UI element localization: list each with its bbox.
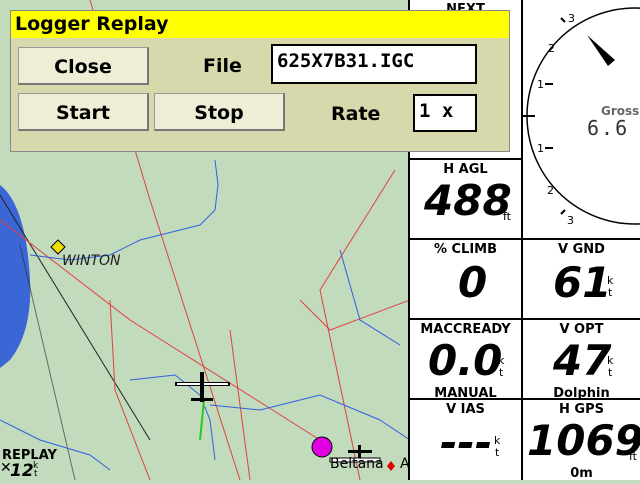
glider-icon — [175, 372, 230, 402]
infobox-v-ias[interactable]: V IAS --- k t — [410, 400, 523, 480]
infobox-unit-bottom: t — [608, 286, 613, 299]
rate-field[interactable]: 1 x — [413, 94, 477, 132]
infobox-h-gps[interactable]: H GPS 1069 ft 0m — [523, 400, 640, 481]
vario-needle — [587, 35, 615, 66]
infobox-unit-top: k — [498, 354, 505, 367]
infobox-value: --- — [440, 418, 493, 467]
lake-area — [0, 185, 31, 368]
infobox-caption: V OPT — [559, 322, 604, 337]
infobox-unit-top: k — [607, 354, 614, 367]
stop-button[interactable]: Stop — [154, 93, 285, 131]
infobox-unit-bottom: t — [495, 446, 500, 459]
infobox-v-opt[interactable]: V OPT 47 k t Dolphin — [523, 320, 640, 401]
vario-tick-label: 2 — [547, 184, 554, 197]
infobox-maccready[interactable]: MACCREADY 0.0 k t MANUAL — [410, 320, 523, 401]
railway-line-2 — [19, 244, 76, 481]
infobox-caption: H GPS — [559, 402, 604, 417]
infobox-h-agl[interactable]: H AGL 488 ft — [410, 160, 523, 240]
vario-tick-label: 3 — [568, 12, 575, 25]
infobox-v-gnd[interactable]: V GND 61 k t — [523, 240, 640, 320]
rate-label: Rate — [331, 103, 381, 125]
logger-replay-dialog: Logger Replay Close File 625X7B31.IGC St… — [10, 10, 510, 152]
infobox-unit: ft — [629, 450, 637, 463]
vario-tick-label: 1 — [537, 142, 544, 155]
airfield-icon — [387, 461, 395, 471]
infobox-value: 0 — [458, 258, 488, 307]
vario-tick-label: 3 — [567, 214, 574, 227]
river — [339, 249, 401, 346]
close-button[interactable]: Close — [18, 47, 149, 85]
infobox-unit-top: k — [494, 434, 501, 447]
target-waypoint-icon — [311, 436, 333, 458]
gross-value: 6.6 — [587, 116, 630, 140]
infobox-caption: V GND — [558, 242, 605, 257]
infobox-climb[interactable]: % CLIMB 0 — [410, 240, 523, 320]
infobox-caption: H AGL — [443, 162, 488, 177]
waypoint-label-beltana: Beltana — [330, 456, 384, 472]
infobox-unit-top: k — [607, 274, 614, 287]
infobox-caption: V IAS — [446, 402, 485, 417]
infobox-value: 488 — [424, 176, 512, 225]
vario-tick-label: 1 — [537, 78, 544, 91]
infobox-unit-bottom: t — [608, 366, 613, 379]
infobox-unit: ft — [503, 210, 511, 223]
dialog-title: Logger Replay — [11, 11, 509, 38]
infobox-value: 0.0 — [428, 336, 503, 385]
waypoint-label-winton: WINTON — [62, 253, 121, 269]
infobox-caption: % CLIMB — [433, 242, 498, 257]
track-line — [199, 399, 205, 441]
file-label: File — [203, 55, 242, 77]
infobox-sub-label: Dolphin — [553, 386, 610, 401]
infobox-value: 47 — [553, 336, 612, 385]
infobox-value: 1069 — [527, 416, 640, 465]
wind-unit-bottom: t — [34, 469, 38, 479]
road — [319, 169, 396, 481]
infobox-sub-label: 0m — [570, 466, 593, 481]
road — [299, 299, 411, 331]
road — [109, 299, 151, 481]
waypoint-winton-icon — [50, 239, 66, 255]
infobox-value: 61 — [553, 258, 612, 307]
wind-value: 12 — [10, 461, 34, 481]
infobox-sub-label: MANUAL — [434, 386, 497, 401]
start-button[interactable]: Start — [18, 93, 149, 131]
vario-tick-label: 2 — [548, 42, 555, 55]
vario-gauge[interactable]: 3 2 1 1 2 3 Gross 6.6 — [523, 0, 640, 240]
file-field[interactable]: 625X7B31.IGC — [271, 44, 477, 84]
infobox-caption: MACCREADY — [420, 322, 511, 337]
infobox-unit-bottom: t — [499, 366, 504, 379]
